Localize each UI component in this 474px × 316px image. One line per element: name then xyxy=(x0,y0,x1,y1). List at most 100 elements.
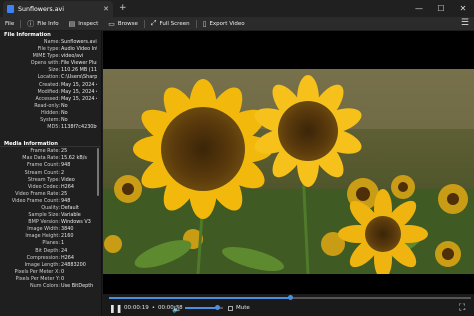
info-row: Opens with:File Viewer Plus 5 xyxy=(0,60,101,67)
info-label: Name: xyxy=(43,39,60,45)
info-label: File type: xyxy=(37,46,60,53)
info-row: System: No xyxy=(0,117,101,124)
inspect-button[interactable]: ▤ Inspect xyxy=(64,17,104,30)
browse-button[interactable]: ▭ Browse xyxy=(103,17,143,30)
folder-icon: ▭ xyxy=(108,19,115,28)
tab-title: Sunflowers.avi xyxy=(18,5,65,13)
pause-button[interactable]: ❚❚ xyxy=(109,303,122,313)
info-label: Size: xyxy=(48,67,60,74)
close-tab-icon[interactable]: ✕ xyxy=(103,5,109,13)
info-label: Quality: xyxy=(41,204,60,211)
volume-handle[interactable] xyxy=(214,305,220,310)
info-value: 3840 xyxy=(61,226,74,233)
info-row: Pixels Per Meter Y: 0 xyxy=(0,276,101,283)
maximize-button[interactable]: ☐ xyxy=(430,0,452,17)
info-label: Created: xyxy=(38,81,60,88)
info-row: Sample Size: Variable xyxy=(0,212,101,219)
info-value: video/avi xyxy=(61,53,84,60)
info-row: Image Width: 3840 xyxy=(0,226,101,233)
info-value: H264 xyxy=(61,254,75,261)
file-menu-label: File xyxy=(5,20,15,27)
volume-level xyxy=(185,307,218,309)
minimize-button[interactable]: — xyxy=(408,0,430,17)
info-label: Frame Rate: xyxy=(30,148,60,155)
info-icon: ⓘ xyxy=(27,19,35,28)
mute-toggle[interactable]: Mute xyxy=(228,303,250,313)
toolbar-divider xyxy=(20,19,22,28)
info-label: MIME Type: xyxy=(32,53,60,60)
fullscreen-icon: ⛶ xyxy=(459,303,466,313)
video-frame[interactable] xyxy=(103,69,474,274)
info-row: Hidden: No xyxy=(0,110,101,117)
seek-handle[interactable] xyxy=(287,295,293,300)
info-row: Frame Count: 948 xyxy=(0,162,101,169)
info-row: File type:Audio Video Interleave Fil... xyxy=(0,46,101,53)
browse-label: Browse xyxy=(117,20,138,27)
info-label: Modified: xyxy=(37,88,60,95)
export-video-button[interactable]: ▯ Export Video xyxy=(198,17,250,30)
info-value: 1138f7c4230b0d1fba07... xyxy=(61,124,97,131)
title-bar: Sunflowers.avi ✕ + — ☐ ✕ xyxy=(0,0,474,17)
info-row: MD5:1138f7c4230b0d1fba07... xyxy=(0,124,101,131)
info-label: Location: xyxy=(37,74,60,81)
info-value: 110.26 MB (115,618,182 by... xyxy=(61,67,97,74)
fullscreen-toggle[interactable]: ⛶ xyxy=(459,303,465,313)
section-divider xyxy=(0,146,100,147)
info-label: Accessed: xyxy=(35,95,60,102)
video-file-icon xyxy=(7,5,14,13)
info-label: Image Length: xyxy=(24,261,60,268)
info-row: Accessed:May 15, 2024 4:49 PM xyxy=(0,96,101,103)
info-label: Stream Count: xyxy=(24,169,60,176)
info-row: Planes: 1 xyxy=(0,240,101,247)
info-value: Sunflowers.avi xyxy=(61,39,97,45)
sidebar-scrollbar[interactable] xyxy=(97,148,99,196)
speaker-icon: 🔈 xyxy=(172,303,182,313)
info-value: No xyxy=(61,102,68,109)
info-row: Image Height: 2160 xyxy=(0,233,101,240)
info-value: 948 xyxy=(61,162,71,169)
file-tab[interactable]: Sunflowers.avi ✕ xyxy=(3,1,113,17)
volume-button[interactable]: 🔈 xyxy=(172,303,182,313)
info-label: System: xyxy=(40,117,60,124)
full-screen-label: Full Screen xyxy=(159,20,190,27)
info-value: 2160 xyxy=(61,233,74,240)
info-row: Video Frame Count: 948 xyxy=(0,198,101,205)
info-value: 24883200 xyxy=(61,261,86,268)
info-label: Planes: xyxy=(42,240,60,247)
export-icon: ▯ xyxy=(202,19,207,28)
info-value: 15.62 kB/s xyxy=(61,155,87,162)
info-row: MIME Type: video/avi xyxy=(0,53,101,60)
close-window-button[interactable]: ✕ xyxy=(452,0,474,17)
info-row: Name: Sunflowers.avi xyxy=(0,39,101,46)
info-label: Max Data Rate: xyxy=(22,155,60,162)
info-value: Video xyxy=(61,176,75,183)
info-label: Num Colors: xyxy=(29,283,60,289)
seek-bar[interactable] xyxy=(109,295,471,300)
info-row: Location:C:\Users\SharpenedProdu... xyxy=(0,74,101,81)
info-label: Pixels Per Meter X: xyxy=(14,268,60,275)
new-tab-button[interactable]: + xyxy=(119,3,127,13)
file-info-button[interactable]: ⓘ File Info xyxy=(22,17,63,30)
sunflower-field-image xyxy=(103,69,474,274)
info-value: C:\Users\SharpenedProdu... xyxy=(61,74,97,81)
info-label: BMP Version: xyxy=(28,219,60,226)
info-value: No xyxy=(61,109,68,116)
toolbar-divider xyxy=(143,19,145,28)
info-row: Created:May 15, 2024 4:49 PM xyxy=(0,82,101,89)
file-information-list: Name: Sunflowers.avi File type: Audio Video… xyxy=(0,39,101,131)
mute-label: Mute xyxy=(236,305,250,311)
mute-checkbox[interactable] xyxy=(228,305,233,311)
info-value: 25 xyxy=(61,190,68,197)
info-value: 948 xyxy=(61,197,71,204)
info-row: Image Length: 24883200 xyxy=(0,262,101,269)
menu-icon[interactable]: ☰ xyxy=(461,19,469,28)
info-row: Num Colors: Use BitDepth xyxy=(0,283,101,290)
info-value: 2 xyxy=(61,169,65,176)
full-screen-button[interactable]: ⤢ Full Screen xyxy=(146,17,195,30)
file-menu[interactable]: File xyxy=(0,17,19,30)
info-label: Hidden: xyxy=(40,109,60,116)
info-label: Stream Type: xyxy=(27,176,60,183)
inspect-icon: ▤ xyxy=(68,19,76,28)
info-value: 0 xyxy=(61,268,65,275)
volume-slider[interactable] xyxy=(185,305,223,310)
